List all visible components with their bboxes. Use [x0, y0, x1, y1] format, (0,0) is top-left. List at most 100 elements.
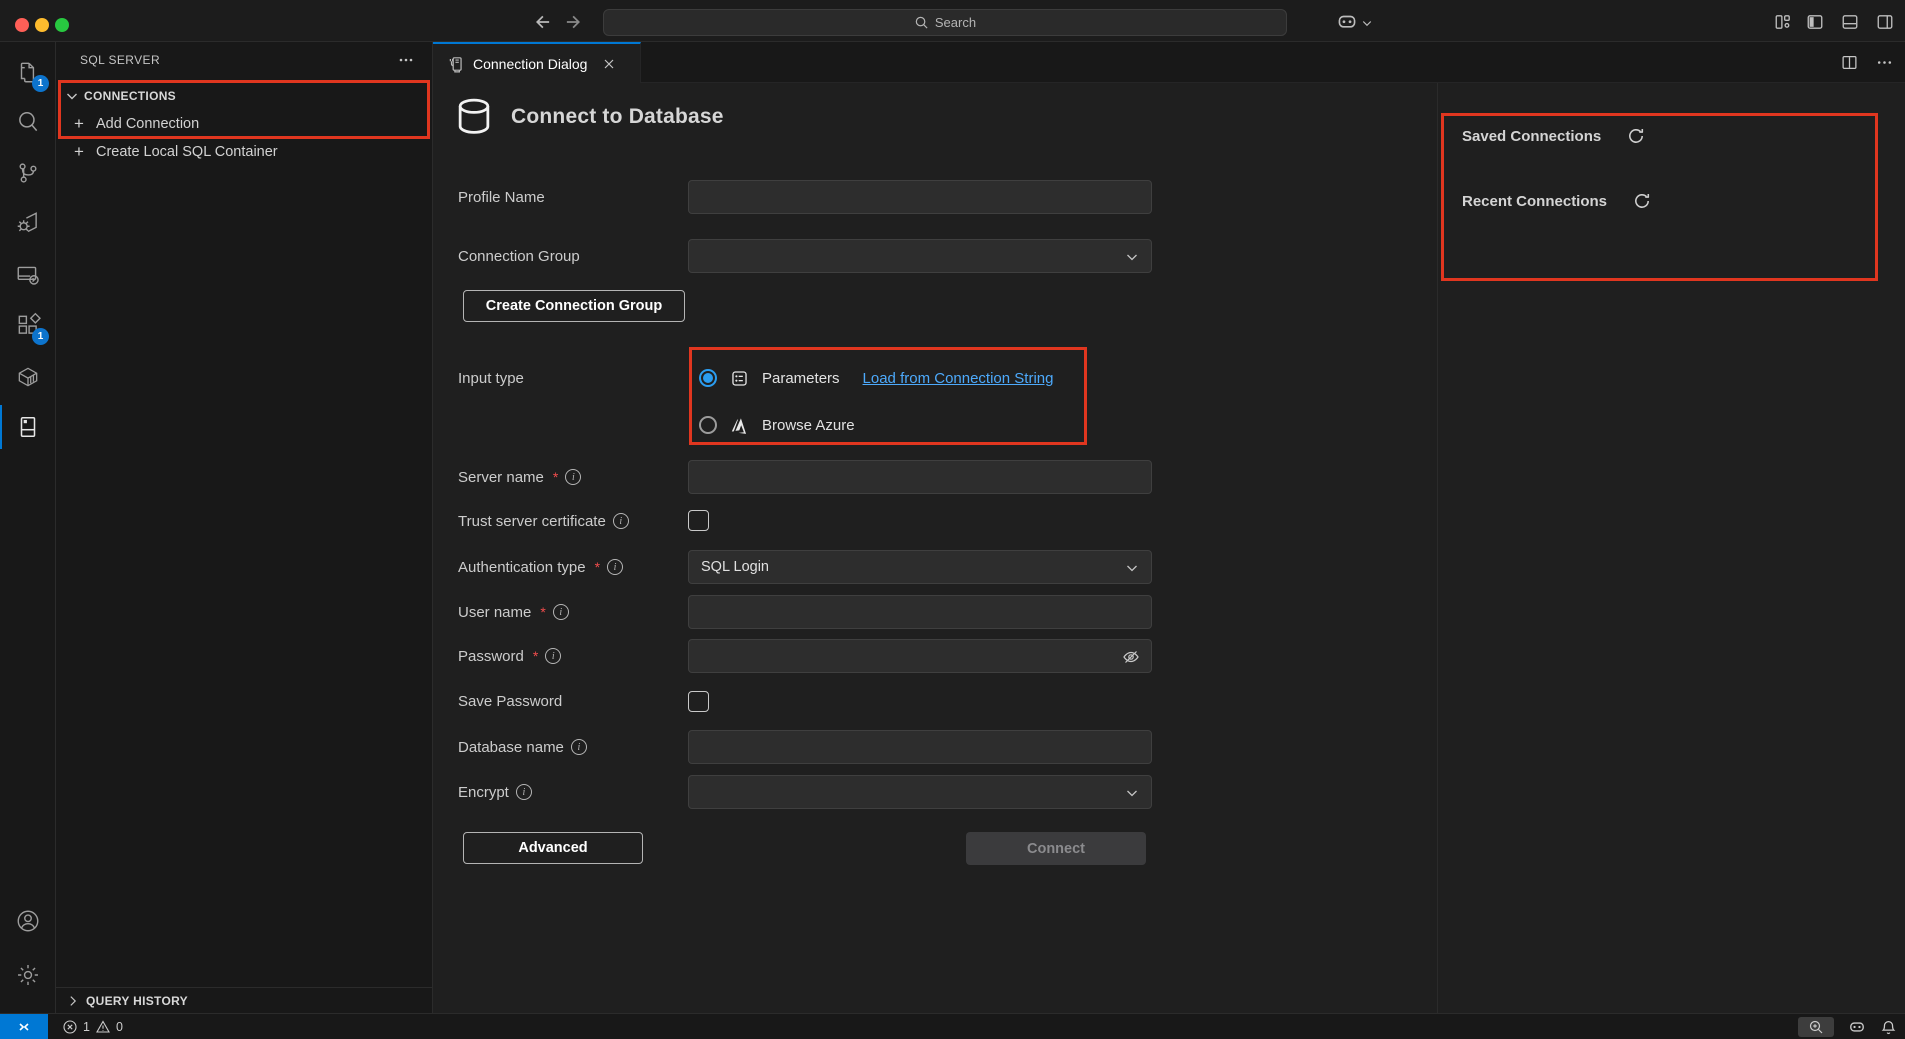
- maximize-window-button[interactable]: [55, 18, 69, 32]
- database-icon: [455, 97, 493, 137]
- search-placeholder: Search: [935, 15, 976, 30]
- save-password-checkbox[interactable]: [688, 691, 709, 712]
- trust-server-certificate-checkbox[interactable]: [688, 510, 709, 531]
- tab-connection-dialog[interactable]: Connection Dialog: [433, 42, 641, 83]
- remote-explorer-icon[interactable]: [0, 251, 55, 299]
- tab-close-icon[interactable]: [601, 56, 617, 72]
- toggle-password-visibility-icon[interactable]: [1121, 647, 1141, 667]
- azure-icon: [730, 416, 749, 435]
- radio-selected-icon[interactable]: [699, 369, 717, 387]
- dialog-title: Connect to Database: [511, 105, 724, 129]
- server-name-label: Server name*: [458, 460, 581, 494]
- connections-section-header[interactable]: CONNECTIONS: [56, 82, 432, 110]
- sql-server-view-icon[interactable]: [0, 403, 55, 451]
- user-name-input[interactable]: [688, 595, 1152, 629]
- connect-button[interactable]: Connect: [966, 832, 1146, 865]
- warning-icon: [95, 1019, 111, 1035]
- explorer-icon[interactable]: 1: [0, 48, 55, 96]
- status-bar-right: [1798, 1014, 1897, 1039]
- input-type-parameters-option[interactable]: Parameters Load from Connection String: [699, 364, 1053, 392]
- parameters-form-icon: [730, 369, 749, 388]
- connection-dialog-tab-icon: [447, 55, 465, 73]
- query-history-section-header[interactable]: QUERY HISTORY: [56, 987, 432, 1013]
- toggle-secondary-sidebar-icon[interactable]: [1876, 13, 1894, 31]
- chevron-down-icon: [64, 88, 80, 104]
- sidebar-more-actions-icon[interactable]: [398, 52, 414, 68]
- copilot-status-icon[interactable]: [1848, 1018, 1866, 1036]
- authentication-type-select[interactable]: SQL Login: [688, 550, 1152, 584]
- required-marker: *: [595, 559, 600, 575]
- remote-indicator[interactable]: [0, 1014, 48, 1039]
- input-type-browse-azure-option[interactable]: Browse Azure: [699, 411, 855, 439]
- copilot-icon[interactable]: [1336, 11, 1358, 33]
- chevron-down-icon: [1124, 249, 1140, 265]
- connection-dialog-webview: Connect to Database Profile Name Connect…: [433, 83, 1905, 1013]
- settings-gear-icon[interactable]: [0, 951, 55, 999]
- extensions-badge: 1: [32, 328, 49, 345]
- saved-connections-header: Saved Connections: [1462, 127, 1645, 145]
- container-tools-icon[interactable]: [0, 353, 55, 401]
- refresh-saved-connections-icon[interactable]: [1627, 127, 1645, 145]
- vscode-window: Search 1: [0, 0, 1905, 1039]
- trust-server-certificate-label: Trust server certificate: [458, 504, 629, 538]
- toggle-primary-sidebar-icon[interactable]: [1806, 13, 1824, 31]
- run-debug-icon[interactable]: [0, 199, 55, 247]
- encrypt-label: Encrypt: [458, 775, 532, 809]
- chevron-down-icon: [1124, 560, 1140, 576]
- chevron-right-icon: [66, 994, 80, 1008]
- accounts-icon[interactable]: [0, 897, 55, 945]
- toggle-panel-icon[interactable]: [1841, 13, 1859, 31]
- info-icon[interactable]: [571, 739, 587, 755]
- more-actions-icon[interactable]: [1876, 54, 1893, 71]
- advanced-button[interactable]: Advanced: [463, 832, 643, 864]
- add-connection-item[interactable]: Add Connection: [56, 110, 432, 138]
- editor-actions: [1841, 42, 1893, 83]
- info-icon[interactable]: [516, 784, 532, 800]
- required-marker: *: [553, 469, 558, 485]
- encrypt-select[interactable]: [688, 775, 1152, 809]
- remote-icon: [16, 1019, 32, 1035]
- radio-unselected-icon[interactable]: [699, 416, 717, 434]
- copilot-chevron-down-icon[interactable]: [1361, 17, 1373, 29]
- dialog-heading: Connect to Database: [455, 97, 724, 137]
- password-label: Password*: [458, 639, 561, 673]
- profile-name-label: Profile Name: [458, 180, 545, 214]
- problems-status[interactable]: 1 0: [62, 1014, 123, 1039]
- sidebar-header: SQL SERVER: [56, 42, 432, 78]
- password-input[interactable]: [688, 639, 1152, 673]
- nav-forward-icon[interactable]: [565, 12, 585, 32]
- server-name-input[interactable]: [688, 460, 1152, 494]
- load-from-connection-string-link[interactable]: Load from Connection String: [863, 370, 1054, 387]
- profile-name-input[interactable]: [688, 180, 1152, 214]
- notifications-bell-icon[interactable]: [1880, 1019, 1897, 1036]
- create-local-sql-container-item[interactable]: Create Local SQL Container: [56, 138, 432, 166]
- error-count: 1: [83, 1020, 90, 1034]
- refresh-recent-connections-icon[interactable]: [1633, 192, 1651, 210]
- info-icon[interactable]: [545, 648, 561, 664]
- command-center-search[interactable]: Search: [603, 9, 1287, 36]
- source-control-icon[interactable]: [0, 149, 55, 197]
- add-icon: [70, 114, 88, 134]
- browse-azure-option-label: Browse Azure: [762, 417, 855, 434]
- info-icon[interactable]: [553, 604, 569, 620]
- info-icon[interactable]: [613, 513, 629, 529]
- query-history-label: QUERY HISTORY: [86, 994, 188, 1008]
- minimize-window-button[interactable]: [35, 18, 49, 32]
- input-type-label: Input type: [458, 361, 524, 395]
- create-connection-group-button[interactable]: Create Connection Group: [463, 290, 685, 322]
- connection-group-select[interactable]: [688, 239, 1152, 273]
- close-window-button[interactable]: [15, 18, 29, 32]
- nav-back-icon[interactable]: [531, 12, 551, 32]
- customize-layout-icon[interactable]: [1774, 13, 1792, 31]
- zoom-indicator[interactable]: [1798, 1017, 1834, 1037]
- chevron-down-icon: [1124, 785, 1140, 801]
- split-editor-icon[interactable]: [1841, 54, 1858, 71]
- error-icon: [62, 1019, 78, 1035]
- sidebar-sql-server: SQL SERVER CONNECTIONS Add Connection Cr…: [56, 42, 433, 1013]
- search-view-icon[interactable]: [0, 98, 55, 146]
- extensions-icon[interactable]: 1: [0, 301, 55, 349]
- parameters-option-label: Parameters: [762, 370, 840, 387]
- database-name-input[interactable]: [688, 730, 1152, 764]
- info-icon[interactable]: [607, 559, 623, 575]
- info-icon[interactable]: [565, 469, 581, 485]
